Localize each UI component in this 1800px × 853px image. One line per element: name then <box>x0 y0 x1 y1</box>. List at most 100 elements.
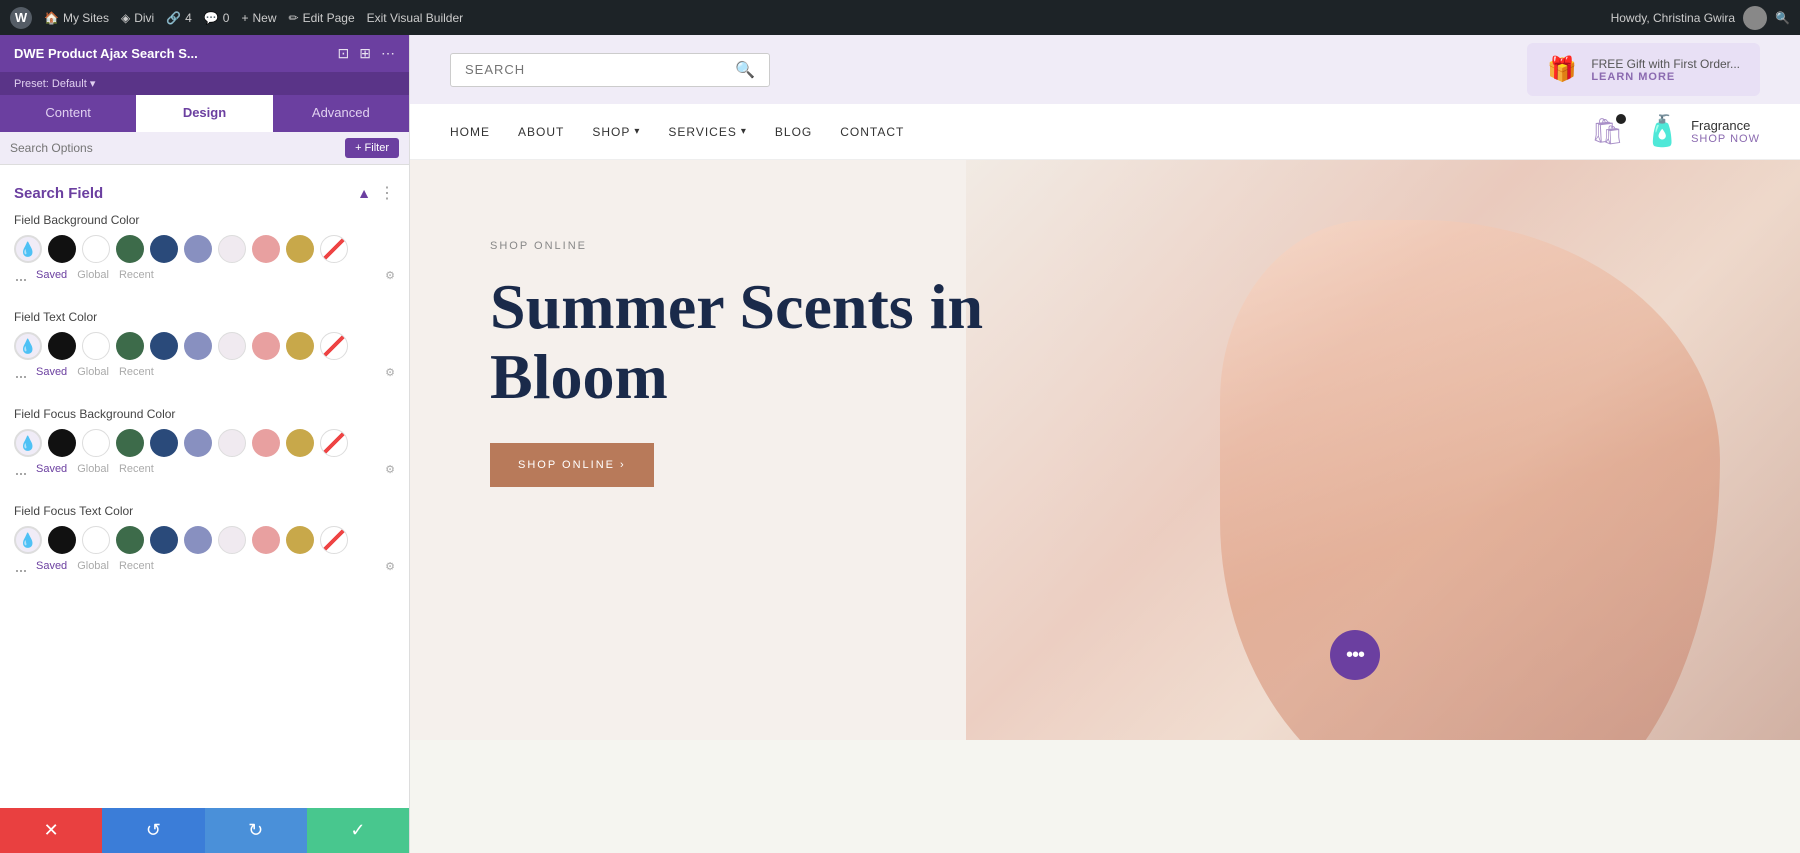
edit-page-item[interactable]: ✏ Edit Page <box>289 11 355 25</box>
recent-tab-4[interactable]: Recent <box>119 560 154 581</box>
color-gear-1[interactable]: ⚙ <box>385 269 395 290</box>
color-gear-2[interactable]: ⚙ <box>385 366 395 387</box>
saved-tab-2[interactable]: Saved <box>36 366 67 387</box>
eyedropper-btn-1[interactable]: 💧 <box>14 235 42 263</box>
swatch-pink-1[interactable] <box>252 235 280 263</box>
eyedropper-btn-2[interactable]: 💧 <box>14 332 42 360</box>
dots-icon-3[interactable]: ··· <box>14 463 26 484</box>
swatch-none-3[interactable] <box>320 429 348 457</box>
swatch-blue-4[interactable] <box>184 526 212 554</box>
color-gear-3[interactable]: ⚙ <box>385 463 395 484</box>
my-sites-item[interactable]: 🏠 My Sites <box>44 11 109 25</box>
swatch-none-2[interactable] <box>320 332 348 360</box>
left-panel: DWE Product Ajax Search S... ⊡ ⊞ ⋯ Prese… <box>0 35 410 853</box>
swatch-darkblue-4[interactable] <box>150 526 178 554</box>
nav-shop[interactable]: SHOP ▾ <box>592 125 640 139</box>
swatch-black-2[interactable] <box>48 332 76 360</box>
swatch-gold-1[interactable] <box>286 235 314 263</box>
global-tab-3[interactable]: Global <box>77 463 109 484</box>
swatch-none-4[interactable] <box>320 526 348 554</box>
search-options-input[interactable] <box>10 141 345 155</box>
saved-tab-3[interactable]: Saved <box>36 463 67 484</box>
swatch-blue-1[interactable] <box>184 235 212 263</box>
swatch-lightpurple-1[interactable] <box>218 235 246 263</box>
recent-tab-2[interactable]: Recent <box>119 366 154 387</box>
swatch-gold-4[interactable] <box>286 526 314 554</box>
swatch-blue-2[interactable] <box>184 332 212 360</box>
color-gear-4[interactable]: ⚙ <box>385 560 395 581</box>
swatch-lightpurple-4[interactable] <box>218 526 246 554</box>
exit-visual-builder-item[interactable]: Exit Visual Builder <box>367 11 464 25</box>
nav-contact[interactable]: CONTACT <box>840 125 904 139</box>
swatch-pink-3[interactable] <box>252 429 280 457</box>
nav-services[interactable]: SERVICES ▾ <box>668 125 747 139</box>
new-item[interactable]: + New <box>241 11 276 25</box>
swatch-blue-3[interactable] <box>184 429 212 457</box>
nav-blog[interactable]: BLOG <box>775 125 812 139</box>
swatch-lightpurple-2[interactable] <box>218 332 246 360</box>
filter-button[interactable]: + Filter <box>345 138 399 158</box>
fab-button[interactable]: ••• <box>1330 630 1380 680</box>
section-collapse-icon[interactable]: ▲ <box>357 185 371 201</box>
links-count-item[interactable]: 🔗 4 <box>166 11 192 25</box>
divi-item[interactable]: ◈ Divi <box>121 11 154 25</box>
undo-button[interactable]: ↺ <box>102 808 204 853</box>
dots-icon-4[interactable]: ··· <box>14 560 26 581</box>
swatch-black-1[interactable] <box>48 235 76 263</box>
swatch-white-4[interactable] <box>82 526 110 554</box>
swatch-darkblue-2[interactable] <box>150 332 178 360</box>
swatch-white-3[interactable] <box>82 429 110 457</box>
swatch-pink-2[interactable] <box>252 332 280 360</box>
swatch-lightpurple-3[interactable] <box>218 429 246 457</box>
nav-home[interactable]: HOME <box>450 125 490 139</box>
redo-button[interactable]: ↻ <box>205 808 307 853</box>
swatch-black-3[interactable] <box>48 429 76 457</box>
recent-tab-1[interactable]: Recent <box>119 269 154 290</box>
swatch-green-2[interactable] <box>116 332 144 360</box>
cart-icon-wrap[interactable]: 🛍 <box>1591 116 1624 147</box>
saved-tab-4[interactable]: Saved <box>36 560 67 581</box>
recent-tab-3[interactable]: Recent <box>119 463 154 484</box>
confirm-button[interactable]: ✓ <box>307 808 409 853</box>
swatch-gold-3[interactable] <box>286 429 314 457</box>
swatch-green-4[interactable] <box>116 526 144 554</box>
swatch-pink-4[interactable] <box>252 526 280 554</box>
panel-expand-icon[interactable]: ⊡ <box>338 45 350 62</box>
admin-search-icon[interactable]: 🔍 <box>1775 11 1790 25</box>
tab-advanced[interactable]: Advanced <box>273 95 409 132</box>
wordpress-icon[interactable]: W <box>10 7 32 29</box>
user-avatar[interactable] <box>1743 6 1767 30</box>
fragrance-subtitle[interactable]: SHOP NOW <box>1691 133 1760 145</box>
gift-icon: 🎁 <box>1547 55 1577 84</box>
swatch-white-1[interactable] <box>82 235 110 263</box>
swatch-none-1[interactable] <box>320 235 348 263</box>
section-options-icon[interactable]: ⋮ <box>379 183 395 203</box>
saved-tab-1[interactable]: Saved <box>36 269 67 290</box>
eyedropper-btn-3[interactable]: 💧 <box>14 429 42 457</box>
site-search-bar[interactable]: 🔍 <box>450 53 770 87</box>
swatch-gold-2[interactable] <box>286 332 314 360</box>
preset-bar[interactable]: Preset: Default ▾ <box>0 72 409 95</box>
swatch-white-2[interactable] <box>82 332 110 360</box>
global-tab-4[interactable]: Global <box>77 560 109 581</box>
dots-icon-1[interactable]: ··· <box>14 269 26 290</box>
panel-more-icon[interactable]: ⋯ <box>381 45 395 62</box>
swatch-green-1[interactable] <box>116 235 144 263</box>
comments-count-item[interactable]: 💬 0 <box>204 11 230 25</box>
tab-content[interactable]: Content <box>0 95 136 132</box>
tab-design[interactable]: Design <box>136 95 272 132</box>
global-tab-1[interactable]: Global <box>77 269 109 290</box>
cancel-button[interactable]: ✕ <box>0 808 102 853</box>
hero-shop-button[interactable]: SHOP ONLINE › <box>490 443 654 487</box>
swatch-green-3[interactable] <box>116 429 144 457</box>
promo-link[interactable]: LEARN MORE <box>1591 71 1740 83</box>
site-search-input[interactable] <box>465 62 735 77</box>
global-tab-2[interactable]: Global <box>77 366 109 387</box>
eyedropper-btn-4[interactable]: 💧 <box>14 526 42 554</box>
swatch-black-4[interactable] <box>48 526 76 554</box>
dots-icon-2[interactable]: ··· <box>14 366 26 387</box>
swatch-darkblue-1[interactable] <box>150 235 178 263</box>
swatch-darkblue-3[interactable] <box>150 429 178 457</box>
nav-about[interactable]: ABOUT <box>518 125 564 139</box>
panel-grid-icon[interactable]: ⊞ <box>359 45 371 62</box>
